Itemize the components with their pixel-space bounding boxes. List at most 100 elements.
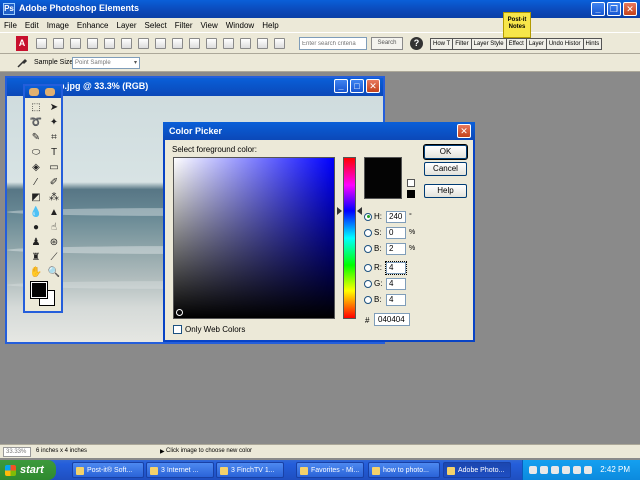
marquee-tool-icon[interactable]: ⬚ (29, 102, 43, 114)
web-safe-warning-icon[interactable] (407, 179, 415, 187)
saturation-field[interactable]: 0 (386, 226, 406, 239)
crop-tool-icon[interactable]: ⌗ (47, 132, 61, 144)
doc-minimize-button[interactable]: _ (334, 79, 348, 93)
magic-wand-tool-icon[interactable]: ✦ (47, 117, 61, 129)
selection-brush-icon[interactable]: ✎ (29, 132, 43, 144)
redo-icon[interactable] (240, 38, 251, 49)
status-arrow-icon[interactable]: ▶ (160, 448, 165, 455)
smudge-tool-icon[interactable]: ☝ (47, 222, 61, 234)
type-tool-icon[interactable]: T (47, 147, 61, 159)
adobe-logo-icon[interactable]: A (16, 36, 28, 51)
task-post-it[interactable]: Post-it® Soft... (72, 462, 144, 478)
doc-maximize-button[interactable]: □ (350, 79, 364, 93)
hue-radio[interactable] (364, 212, 372, 221)
task-internet[interactable]: 3 Internet ... (146, 462, 214, 478)
step-backward-icon[interactable] (189, 38, 200, 49)
start-button[interactable]: start (0, 460, 56, 480)
network-icon[interactable] (584, 466, 592, 474)
palette-tab-hints[interactable]: Hints (582, 38, 603, 50)
restore-button[interactable]: ❐ (607, 2, 621, 16)
menu-image[interactable]: Image (47, 21, 69, 30)
eyedropper-tool-icon[interactable]: ⟋ (47, 252, 61, 264)
palette-tab-how-to[interactable]: How T (430, 38, 454, 50)
palette-tab-undo-history[interactable]: Undo Histor (545, 38, 584, 50)
palette-tab-filters[interactable]: Filter (452, 38, 472, 50)
print-preview-icon[interactable] (155, 38, 166, 49)
saturation-radio[interactable] (364, 228, 372, 237)
import-icon[interactable] (87, 38, 98, 49)
eraser-tool-icon[interactable]: ◩ (29, 192, 43, 204)
zoom-field[interactable]: 33.33% (3, 447, 31, 457)
stamp-tool-icon[interactable]: ♜ (29, 252, 43, 264)
open-file-icon[interactable] (53, 38, 64, 49)
paint-bucket-icon[interactable]: ◈ (29, 162, 43, 174)
task-finchtv[interactable]: 3 FinchTV 1... (216, 462, 284, 478)
tray-icon[interactable] (529, 466, 537, 474)
menu-edit[interactable]: Edit (25, 21, 39, 30)
ok-button[interactable]: OK (423, 144, 468, 160)
color-picker-close-button[interactable]: ✕ (457, 124, 471, 138)
hand-tool-icon[interactable]: ✋ (29, 267, 43, 279)
blur-tool-icon[interactable]: 💧 (29, 207, 43, 219)
shape-tool-icon[interactable]: ⬭ (29, 147, 43, 159)
pencil-tool-icon[interactable]: ✐ (47, 177, 61, 189)
foreground-color-swatch[interactable] (30, 281, 48, 299)
hue-slider[interactable] (343, 157, 356, 319)
menu-window[interactable]: Window (226, 21, 254, 30)
undo-icon[interactable] (223, 38, 234, 49)
doc-close-button[interactable]: ✕ (366, 79, 380, 93)
move-tool-icon[interactable]: ➤ (47, 102, 61, 114)
green-radio[interactable] (364, 279, 372, 288)
menu-enhance[interactable]: Enhance (77, 21, 109, 30)
photoshop-app-icon[interactable]: Ps (3, 3, 15, 15)
hue-slider-right-arrow-icon[interactable] (357, 207, 362, 215)
menu-help[interactable]: Help (262, 21, 278, 30)
menu-file[interactable]: File (4, 21, 17, 30)
gradient-tool-icon[interactable]: ▭ (47, 162, 61, 174)
only-web-colors-checkbox[interactable] (173, 325, 182, 334)
pattern-stamp-icon[interactable]: ⊛ (47, 237, 61, 249)
green-field[interactable]: 4 (386, 277, 406, 290)
tray-icon[interactable] (540, 466, 548, 474)
brightness-field[interactable]: 2 (386, 242, 406, 255)
eyedropper-icon[interactable] (16, 57, 28, 69)
blue-radio[interactable] (364, 295, 372, 304)
blue-field[interactable]: 4 (386, 293, 406, 306)
tray-icon[interactable] (562, 466, 570, 474)
volume-icon[interactable] (573, 466, 581, 474)
save-for-web-icon[interactable] (121, 38, 132, 49)
task-favorites[interactable]: Favorites - Mi... (296, 462, 364, 478)
only-web-colors-label[interactable]: Only Web Colors (185, 325, 245, 334)
web-safe-swatch[interactable] (407, 190, 415, 198)
red-field[interactable]: 4 (385, 260, 407, 275)
close-button[interactable]: ✕ (623, 2, 637, 16)
saturation-brightness-field[interactable] (173, 157, 335, 319)
palette-tab-effects[interactable]: Effect (505, 38, 527, 50)
color-selection-marker[interactable] (176, 309, 183, 316)
task-how-to-photo[interactable]: how to photo... (368, 462, 440, 478)
step-forward-icon[interactable] (206, 38, 217, 49)
tray-icon[interactable] (551, 466, 559, 474)
lasso-tool-icon[interactable]: ➰ (29, 117, 43, 129)
toolbox-header[interactable] (25, 86, 61, 98)
spell-check-icon[interactable] (274, 38, 285, 49)
palette-tab-layers[interactable]: Layer (525, 38, 547, 50)
sponge-tool-icon[interactable]: ● (29, 222, 43, 234)
email-icon[interactable] (172, 38, 183, 49)
hex-field[interactable]: 040404 (374, 313, 410, 326)
browse-icon[interactable] (70, 38, 81, 49)
menu-view[interactable]: View (201, 21, 218, 30)
menu-filter[interactable]: Filter (175, 21, 193, 30)
red-eye-tool-icon[interactable]: ⁂ (47, 192, 61, 204)
help-icon[interactable]: ? (410, 37, 423, 50)
clock[interactable]: 2:42 PM (600, 465, 630, 474)
quick-fix-icon[interactable] (257, 38, 268, 49)
print-icon[interactable] (138, 38, 149, 49)
sample-size-select[interactable]: Point Sample (72, 57, 140, 69)
zoom-tool-icon[interactable]: 🔍 (47, 267, 61, 279)
new-file-icon[interactable] (36, 38, 47, 49)
hue-field[interactable]: 240 (386, 210, 406, 223)
search-button[interactable]: Search (371, 37, 403, 50)
save-icon[interactable] (104, 38, 115, 49)
clone-stamp-icon[interactable]: ♟ (29, 237, 43, 249)
